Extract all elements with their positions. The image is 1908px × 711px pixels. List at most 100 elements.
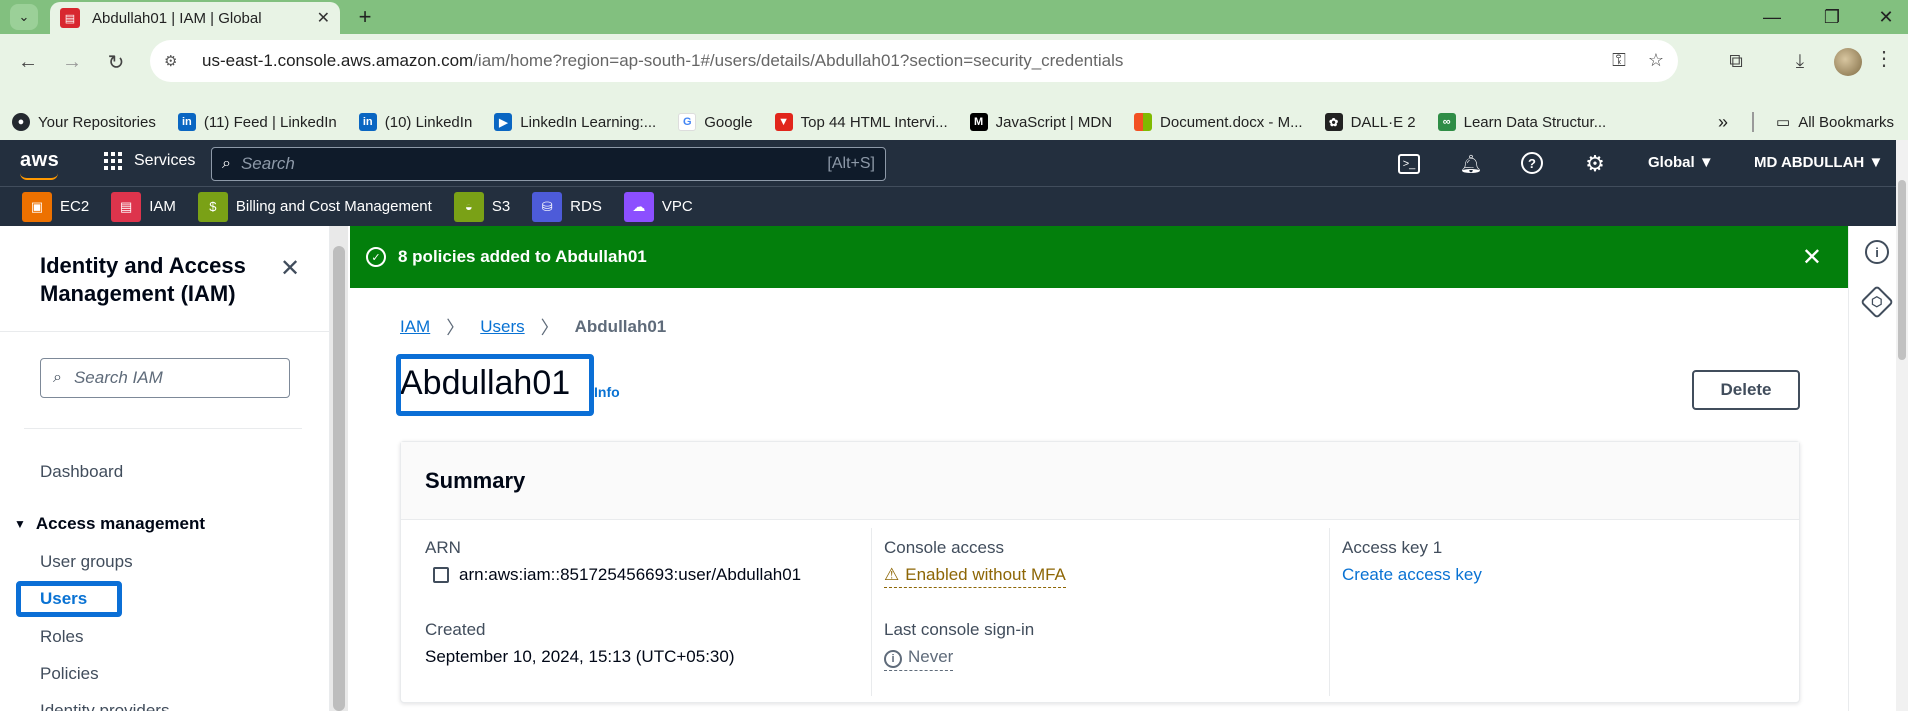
tab-search-chevron-icon[interactable]: ⌄ bbox=[10, 4, 38, 30]
close-nav-icon[interactable]: ✕ bbox=[280, 254, 300, 283]
aws-search-input[interactable]: ⌕ Search [Alt+S] bbox=[211, 147, 886, 181]
favorite-vpc[interactable]: ☁ VPC bbox=[623, 191, 693, 222]
nav-user-groups[interactable]: User groups bbox=[40, 552, 133, 572]
browser-tab-active[interactable]: ▤ Abdullah01 | IAM | Global ✕ bbox=[50, 2, 340, 34]
favorite-rds[interactable]: ⛁ RDS bbox=[532, 191, 602, 222]
bookmark-item[interactable]: Document.docx - M... bbox=[1134, 113, 1303, 131]
bookmark-item[interactable]: in (10) LinkedIn bbox=[358, 113, 472, 131]
nav-roles[interactable]: Roles bbox=[40, 627, 83, 647]
last-sign-in-value: Never bbox=[908, 647, 954, 666]
bookmark-red-icon: ▼ bbox=[774, 113, 793, 131]
profile-avatar[interactable] bbox=[1834, 48, 1862, 76]
side-nav-scrollbar[interactable] bbox=[330, 226, 348, 711]
favorite-label: VPC bbox=[661, 198, 693, 215]
caret-down-icon: ▼ bbox=[14, 517, 26, 531]
mdn-icon: M bbox=[969, 113, 988, 131]
forward-arrow-icon[interactable]: → bbox=[56, 46, 88, 78]
last-sign-in-value-row[interactable]: i Never bbox=[884, 647, 954, 671]
minimize-icon[interactable]: — bbox=[1752, 4, 1792, 30]
bookmark-item[interactable]: in (11) Feed | LinkedIn bbox=[177, 113, 337, 131]
favorite-label: S3 bbox=[491, 198, 511, 215]
bookmark-label: DALL·E 2 bbox=[1350, 113, 1416, 131]
favorite-ec2[interactable]: ▣ EC2 bbox=[22, 191, 89, 222]
bookmark-item[interactable]: ● Your Repositories bbox=[12, 113, 156, 131]
summary-column-2: Console access ⚠ Enabled without MFA Last… bbox=[871, 528, 1329, 696]
url-host: us-east-1.console.aws.amazon.com bbox=[202, 51, 474, 70]
notifications-bell-icon[interactable]: 🔔︎ bbox=[1459, 152, 1483, 176]
all-bookmarks-label: All Bookmarks bbox=[1798, 113, 1895, 131]
favorite-s3[interactable]: ◒ S3 bbox=[453, 191, 511, 222]
restore-icon[interactable]: ❐ bbox=[1812, 4, 1852, 30]
created-value: September 10, 2024, 15:13 (UTC+05:30) bbox=[425, 647, 735, 666]
bookmark-item[interactable]: M JavaScript | MDN bbox=[969, 113, 1112, 131]
window-close-icon[interactable]: ✕ bbox=[1866, 4, 1906, 30]
nav-section-access-management[interactable]: ▼ Access management bbox=[14, 514, 205, 534]
summary-container: Summary ARN arn:aws:iam::851725456693:us… bbox=[400, 441, 1800, 703]
iam-favicon-icon: ▤ bbox=[60, 8, 80, 28]
all-bookmarks-button[interactable]: ▭ All Bookmarks bbox=[1776, 104, 1894, 140]
new-tab-plus-icon[interactable]: + bbox=[352, 4, 378, 30]
bookmarks-bar: ● Your Repositories in (11) Feed | LinkedI… bbox=[0, 104, 1908, 140]
console-access-value-row[interactable]: ⚠ Enabled without MFA bbox=[884, 565, 1066, 588]
favorite-label: RDS bbox=[570, 198, 602, 215]
site-info-icon[interactable]: ⚙ bbox=[164, 52, 188, 70]
iam-icon: ▤ bbox=[111, 191, 142, 222]
bookmark-star-icon[interactable]: ☆ bbox=[1648, 50, 1664, 71]
nav-dashboard[interactable]: Dashboard bbox=[40, 462, 123, 482]
favorite-billing[interactable]: $ Billing and Cost Management bbox=[197, 191, 432, 222]
account-menu[interactable]: MD ABDULLAH ▼ bbox=[1754, 154, 1883, 171]
bookmark-item[interactable]: ▶ LinkedIn Learning:... bbox=[494, 113, 656, 131]
tutorial-panel-icon[interactable]: ⬡ bbox=[1860, 285, 1894, 319]
bookmarks-divider bbox=[1752, 112, 1754, 132]
help-icon[interactable]: ? bbox=[1521, 152, 1543, 174]
aws-logo[interactable]: aws bbox=[20, 149, 59, 180]
scrollbar-thumb[interactable] bbox=[333, 246, 345, 711]
breadcrumb-users[interactable]: Users bbox=[480, 317, 524, 337]
password-key-icon[interactable]: ⚿ bbox=[1612, 50, 1626, 71]
region-selector[interactable]: Global ▼ bbox=[1648, 154, 1714, 171]
url-path: /iam/home?region=ap-south-1#/users/detai… bbox=[473, 51, 1124, 70]
info-panel-icon[interactable]: i bbox=[1865, 240, 1889, 264]
more-bookmarks-chevron-icon[interactable]: » bbox=[1718, 104, 1728, 140]
section-label: Access management bbox=[35, 514, 206, 533]
extensions-puzzle-icon[interactable]: ⧉ bbox=[1720, 46, 1752, 78]
favorite-iam[interactable]: ▤ IAM bbox=[111, 191, 176, 222]
bookmark-item[interactable]: ∞ Learn Data Structur... bbox=[1437, 113, 1606, 131]
divider bbox=[24, 428, 302, 429]
browser-menu-icon[interactable]: ⋮ bbox=[1874, 46, 1894, 71]
linkedin-icon: in bbox=[358, 113, 377, 131]
cloudshell-icon[interactable]: >_ bbox=[1398, 154, 1420, 174]
aws-top-nav: aws Services ⌕ Search [Alt+S] >_ 🔔︎ ? ⚙ … bbox=[0, 140, 1908, 186]
breadcrumb: IAM 〉 Users 〉 Abdullah01 bbox=[400, 314, 666, 340]
settings-gear-icon[interactable]: ⚙ bbox=[1583, 151, 1607, 176]
breadcrumb-iam[interactable]: IAM bbox=[400, 317, 430, 337]
bookmark-item[interactable]: ✿ DALL·E 2 bbox=[1324, 113, 1416, 131]
search-iam-input[interactable]: ⌕ Search IAM bbox=[40, 358, 290, 398]
last-sign-in-label: Last console sign-in bbox=[884, 620, 1035, 639]
dismiss-flash-icon[interactable]: ✕ bbox=[1802, 243, 1822, 272]
nav-identity-providers[interactable]: Identity providers bbox=[40, 701, 169, 711]
arn-value-row: arn:aws:iam::851725456693:user/Abdullah0… bbox=[433, 565, 801, 585]
arn-label: ARN bbox=[425, 538, 461, 557]
download-icon[interactable]: ⤓ bbox=[1784, 46, 1816, 78]
delete-button[interactable]: Delete bbox=[1692, 370, 1800, 410]
page-scrollbar[interactable] bbox=[1896, 140, 1908, 711]
bookmark-item[interactable]: G Google bbox=[678, 113, 753, 131]
warning-triangle-icon: ⚠ bbox=[884, 565, 900, 584]
address-bar[interactable]: ⚙ us-east-1.console.aws.amazon.com/iam/h… bbox=[150, 40, 1678, 82]
services-menu[interactable]: Services bbox=[104, 152, 195, 170]
nav-policies[interactable]: Policies bbox=[40, 664, 99, 684]
favorite-label: IAM bbox=[149, 198, 176, 215]
bookmark-label: (11) Feed | LinkedIn bbox=[203, 113, 337, 131]
info-link[interactable]: Info bbox=[594, 384, 620, 400]
bookmark-item[interactable]: ▼ Top 44 HTML Intervi... bbox=[774, 113, 948, 131]
back-arrow-icon[interactable]: ← bbox=[12, 46, 44, 78]
copy-icon[interactable] bbox=[433, 567, 449, 583]
tab-close-icon[interactable]: ✕ bbox=[317, 8, 330, 28]
bookmark-label: LinkedIn Learning:... bbox=[520, 113, 657, 131]
scrollbar-thumb[interactable] bbox=[1898, 180, 1906, 360]
linkedin-learning-icon: ▶ bbox=[494, 113, 513, 131]
reload-icon[interactable]: ↻ bbox=[100, 46, 132, 78]
ec2-icon: ▣ bbox=[22, 191, 52, 222]
create-access-key-link[interactable]: Create access key bbox=[1342, 565, 1482, 585]
